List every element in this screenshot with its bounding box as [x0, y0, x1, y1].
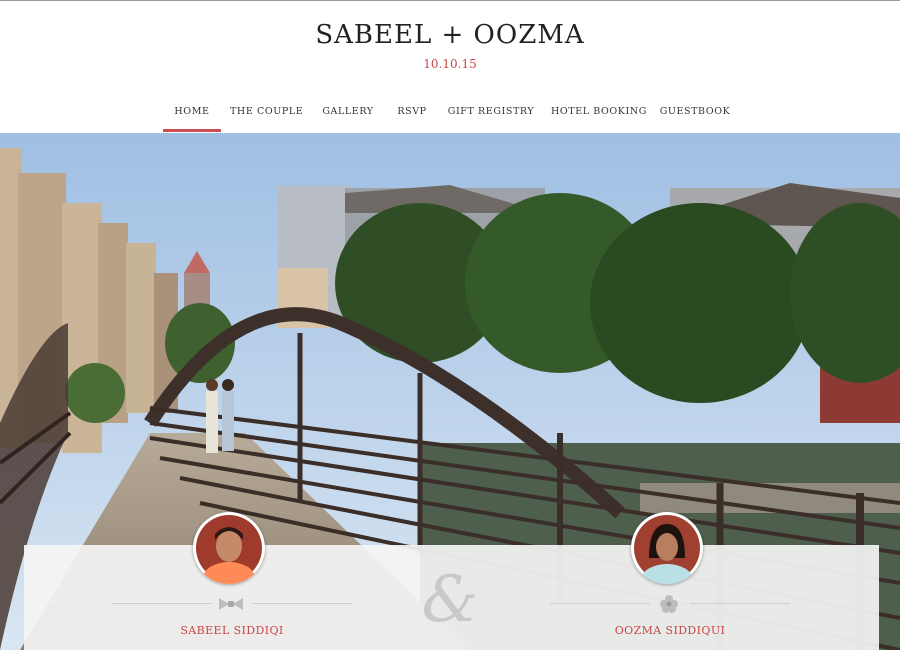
groom-avatar[interactable]: [193, 512, 265, 584]
groom-card: SABEEL SIDDIQI: [102, 512, 362, 650]
nav-rsvp[interactable]: RSVP: [393, 96, 431, 132]
site-title[interactable]: SABEEL + OOZMA: [0, 20, 900, 50]
nav-home[interactable]: HOME: [163, 96, 221, 132]
nav-the-couple[interactable]: THE COUPLE: [230, 96, 303, 132]
wedding-date: 10.10.15: [423, 57, 477, 71]
top-border: [0, 0, 900, 1]
nav-guestbook[interactable]: GUESTBOOK: [659, 96, 731, 132]
nav-hotel-booking[interactable]: HOTEL BOOKING: [551, 96, 646, 132]
groom-divider-right: [252, 603, 352, 604]
bride-divider-right: [690, 603, 790, 604]
bride-name: OOZMA SIDDIQUI: [614, 624, 726, 637]
bowtie-icon: [218, 595, 244, 613]
main-navigation: HOME THE COUPLE GALLERY RSVP GIFT REGIST…: [0, 96, 900, 132]
groom-name: SABEEL SIDDIQI: [180, 624, 284, 637]
nav-gallery[interactable]: GALLERY: [320, 96, 376, 132]
flower-icon: [656, 595, 682, 613]
bride-divider-left: [550, 603, 650, 604]
ampersand: &: [421, 563, 479, 637]
bride-avatar[interactable]: [631, 512, 703, 584]
bride-card: OOZMA SIDDIQUI: [540, 512, 800, 650]
groom-divider-left: [112, 603, 212, 604]
nav-gift-registry[interactable]: GIFT REGISTRY: [447, 96, 535, 132]
